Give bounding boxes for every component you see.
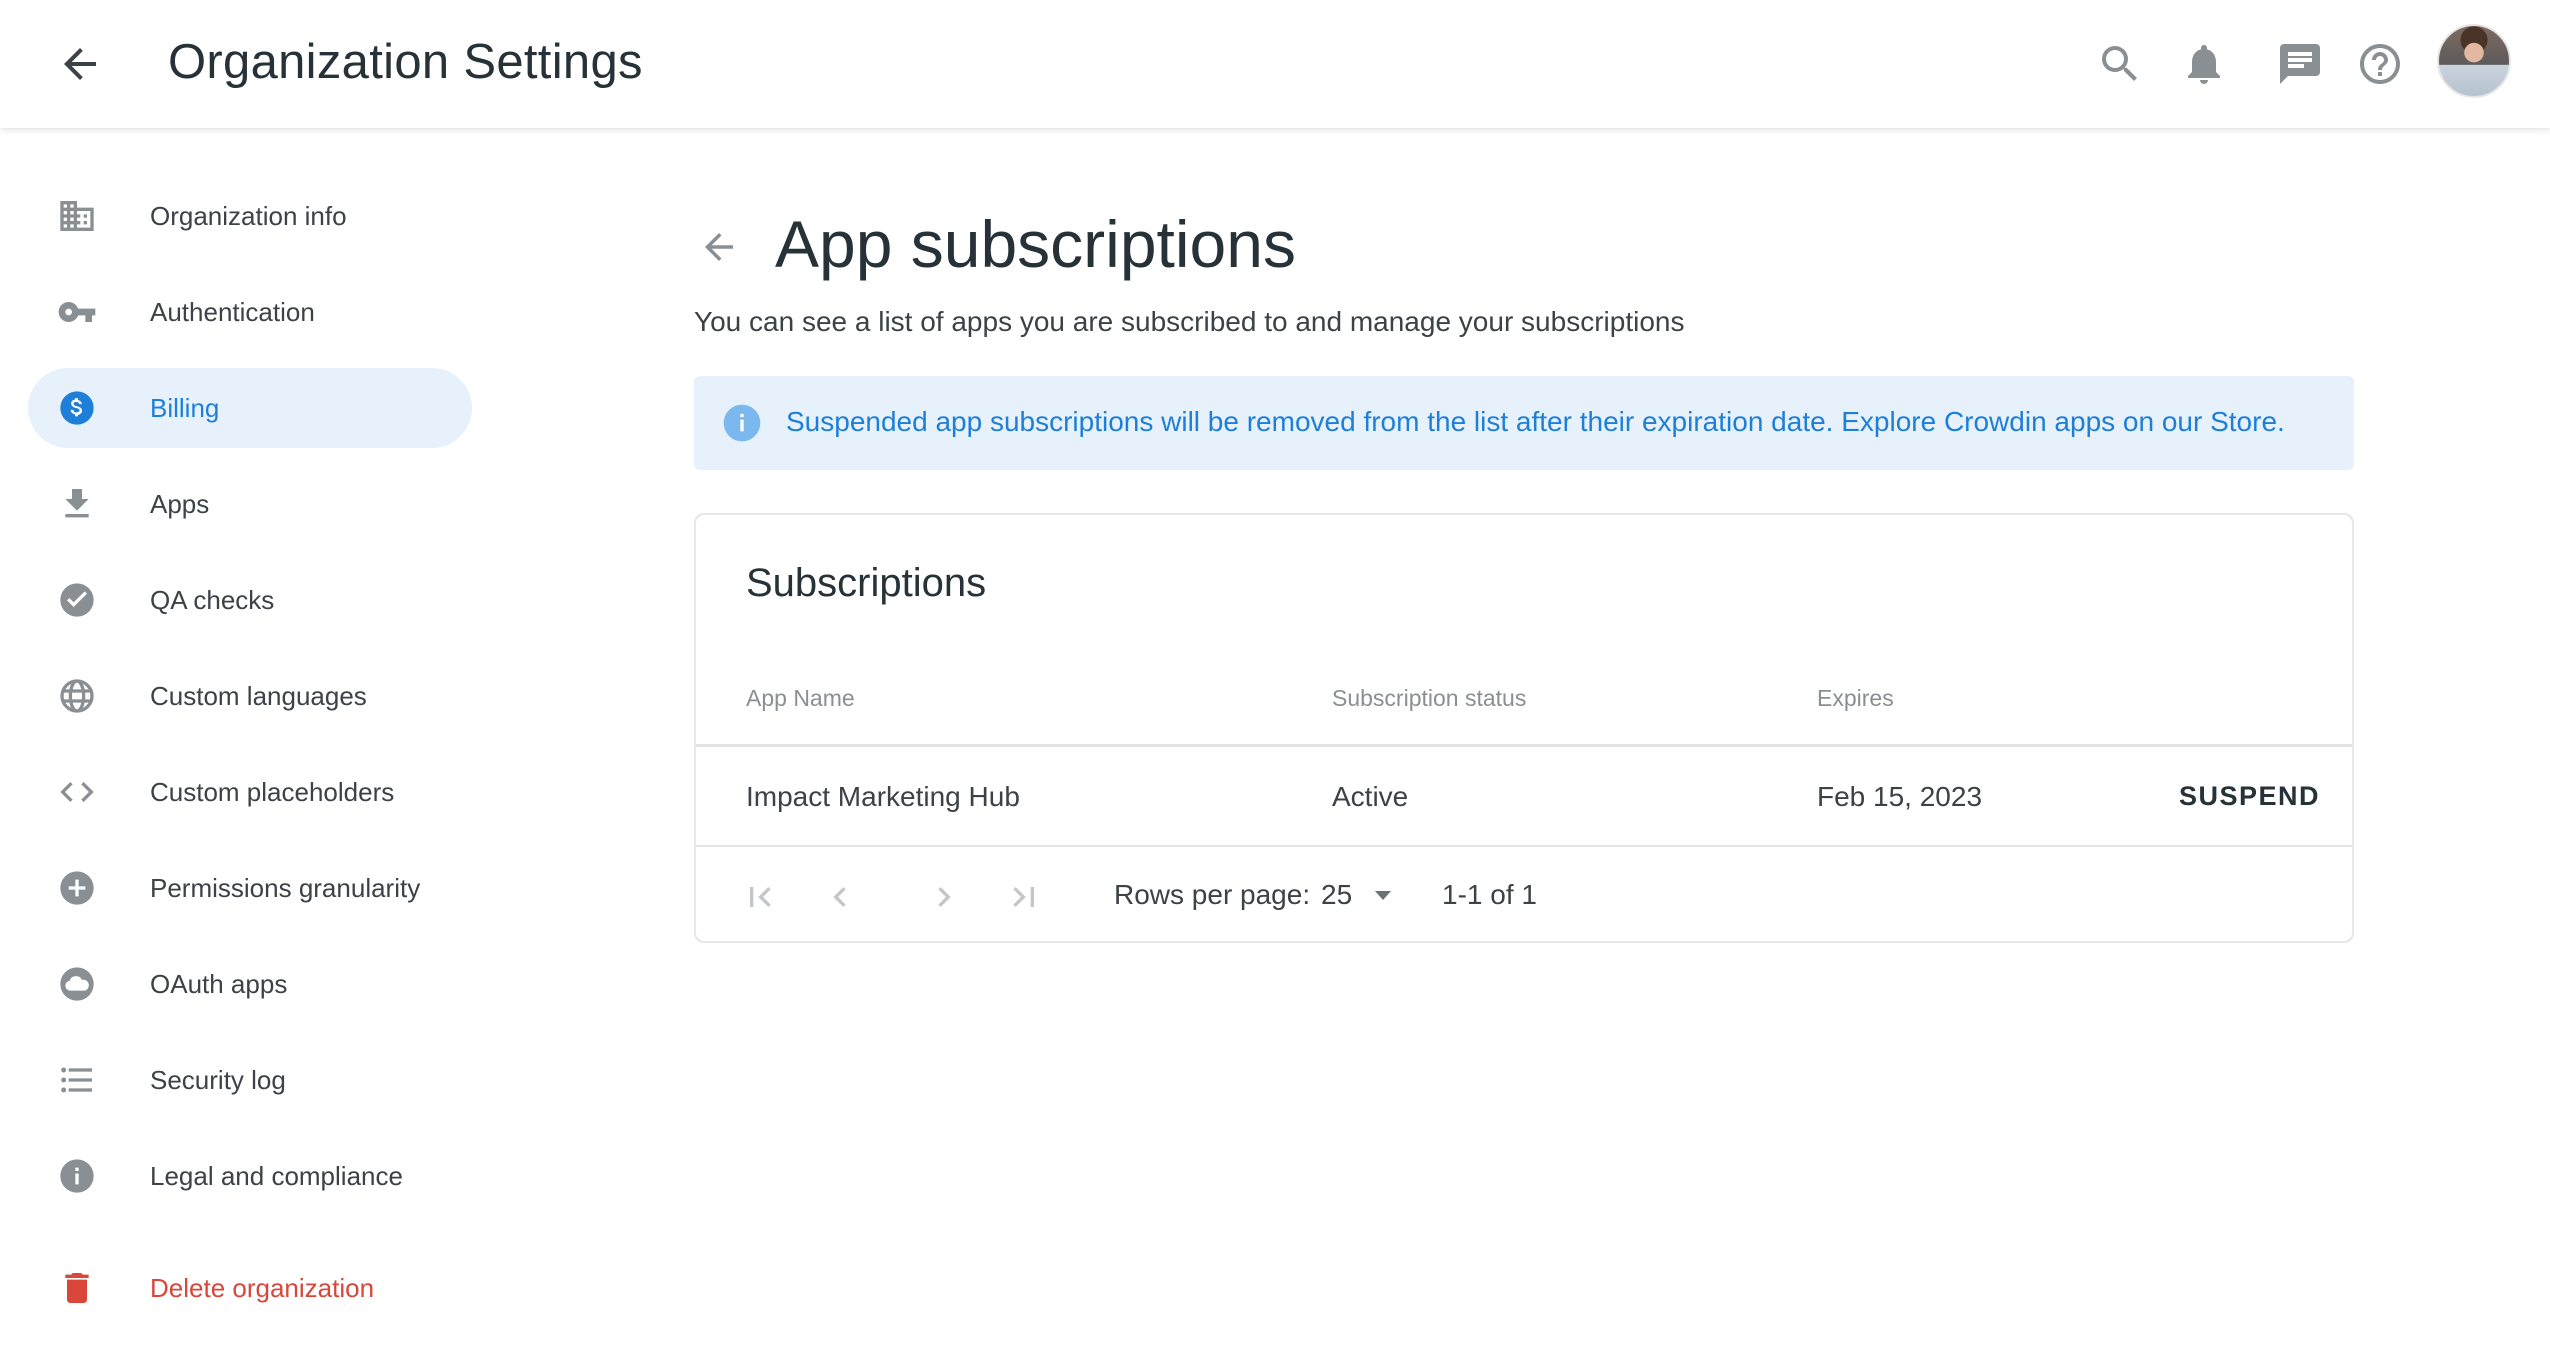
first-page-button[interactable] — [740, 877, 780, 917]
chevron-right-icon — [938, 887, 951, 907]
sidebar-item-label: Billing — [150, 393, 220, 423]
sidebar-item-billing[interactable]: Billing — [28, 368, 472, 448]
rows-per-page-label: Rows per page: — [1114, 879, 1311, 910]
sidebar-item-label: Custom placeholders — [150, 777, 395, 807]
cell-expires: Feb 15, 2023 — [1817, 781, 1983, 812]
list-icon — [61, 1067, 92, 1093]
back-button[interactable] — [56, 40, 104, 88]
help-button[interactable] — [2356, 40, 2404, 88]
help-icon — [2360, 44, 2400, 84]
sidebar-item-label: Authentication — [150, 297, 315, 327]
sidebar-item-label: Custom languages — [150, 681, 367, 711]
sidebar-item-label: Legal and compliance — [150, 1161, 403, 1191]
sidebar-item-legal-and-compliance[interactable]: Legal and compliance — [28, 1136, 472, 1216]
building-icon — [60, 201, 94, 231]
info-banner-text[interactable]: Suspended app subscriptions will be remo… — [786, 406, 2285, 438]
globe-icon — [60, 679, 94, 713]
messages-button[interactable] — [2276, 40, 2324, 88]
previous-page-button[interactable] — [820, 877, 860, 917]
search-icon — [2102, 46, 2137, 81]
caret-down-icon — [1375, 891, 1391, 900]
last-page-icon — [1013, 887, 1034, 907]
dollar-icon — [60, 391, 94, 425]
first-page-icon — [750, 887, 771, 907]
chat-icon — [2280, 44, 2320, 84]
column-header-subscription-status[interactable]: Subscription status — [1332, 685, 1526, 712]
avatar[interactable] — [2437, 24, 2511, 98]
sidebar-item-label: QA checks — [150, 585, 275, 615]
card-title: Subscriptions — [746, 561, 987, 605]
sidebar-item-label: Apps — [150, 489, 210, 519]
rows-per-page-value: 25 — [1321, 879, 1353, 910]
cloud-icon — [60, 967, 94, 1001]
pagination-range: 1-1 of 1 — [1442, 879, 1537, 910]
sidebar-item-label: OAuth apps — [150, 969, 288, 999]
info-banner: Suspended app subscriptions will be remo… — [694, 376, 2354, 470]
sidebar-item-permissions-granularity[interactable]: Permissions granularity — [28, 848, 472, 928]
sidebar-item-label: Delete organization — [150, 1273, 375, 1303]
header-divider — [696, 744, 2352, 747]
row-divider — [696, 845, 2352, 847]
sidebar-item-oauth-apps[interactable]: OAuth apps — [28, 944, 472, 1024]
sidebar-item-label: Permissions granularity — [150, 873, 421, 903]
bell-icon — [2188, 45, 2220, 84]
key-icon — [58, 302, 96, 322]
sidebar-item-custom-placeholders[interactable]: Custom placeholders — [28, 752, 472, 832]
check-circle-icon — [60, 583, 94, 617]
info-icon — [723, 404, 761, 442]
next-page-button[interactable] — [924, 877, 964, 917]
sidebar-item-organization-info[interactable]: Organization info — [28, 176, 472, 256]
app-header: Organization Settings — [0, 0, 2550, 128]
sidebar-item-authentication[interactable]: Authentication — [28, 272, 472, 352]
sidebar-item-delete-organization[interactable]: Delete organization — [28, 1248, 472, 1328]
arrow-back-icon — [705, 233, 733, 261]
code-icon — [60, 782, 94, 802]
chevron-left-icon — [833, 887, 846, 907]
sidebar-item-security-log[interactable]: Security log — [28, 1040, 472, 1120]
column-header-expires[interactable]: Expires — [1817, 685, 1894, 712]
arrow-back-icon — [64, 48, 96, 80]
sidebar: Organization info Authentication Billing… — [0, 128, 500, 1364]
rows-per-page-select[interactable]: 25 — [1321, 879, 1401, 915]
subscriptions-card: Subscriptions App Name Subscription stat… — [694, 513, 2354, 943]
notifications-button[interactable] — [2180, 40, 2228, 88]
sidebar-item-label: Security log — [150, 1065, 286, 1095]
sidebar-item-custom-languages[interactable]: Custom languages — [28, 656, 472, 736]
suspend-button[interactable]: SUSPEND — [2179, 781, 2320, 812]
column-header-app-name[interactable]: App Name — [746, 685, 855, 712]
info-icon — [60, 1159, 94, 1193]
search-button[interactable] — [2096, 40, 2144, 88]
app-title: Organization Settings — [168, 35, 643, 89]
trash-icon — [65, 1273, 89, 1303]
page-subtitle: You can see a list of apps you are subsc… — [694, 306, 1685, 337]
sidebar-item-label: Organization info — [150, 201, 347, 231]
plus-circle-icon — [60, 871, 94, 905]
download-icon — [65, 489, 89, 518]
page-back-button[interactable] — [698, 226, 740, 268]
sidebar-item-qa-checks[interactable]: QA checks — [28, 560, 472, 640]
last-page-button[interactable] — [1004, 877, 1044, 917]
page-title: App subscriptions — [775, 207, 1296, 281]
sidebar-item-apps[interactable]: Apps — [28, 464, 472, 544]
cell-app-name: Impact Marketing Hub — [746, 781, 1020, 812]
cell-status: Active — [1332, 781, 1409, 812]
